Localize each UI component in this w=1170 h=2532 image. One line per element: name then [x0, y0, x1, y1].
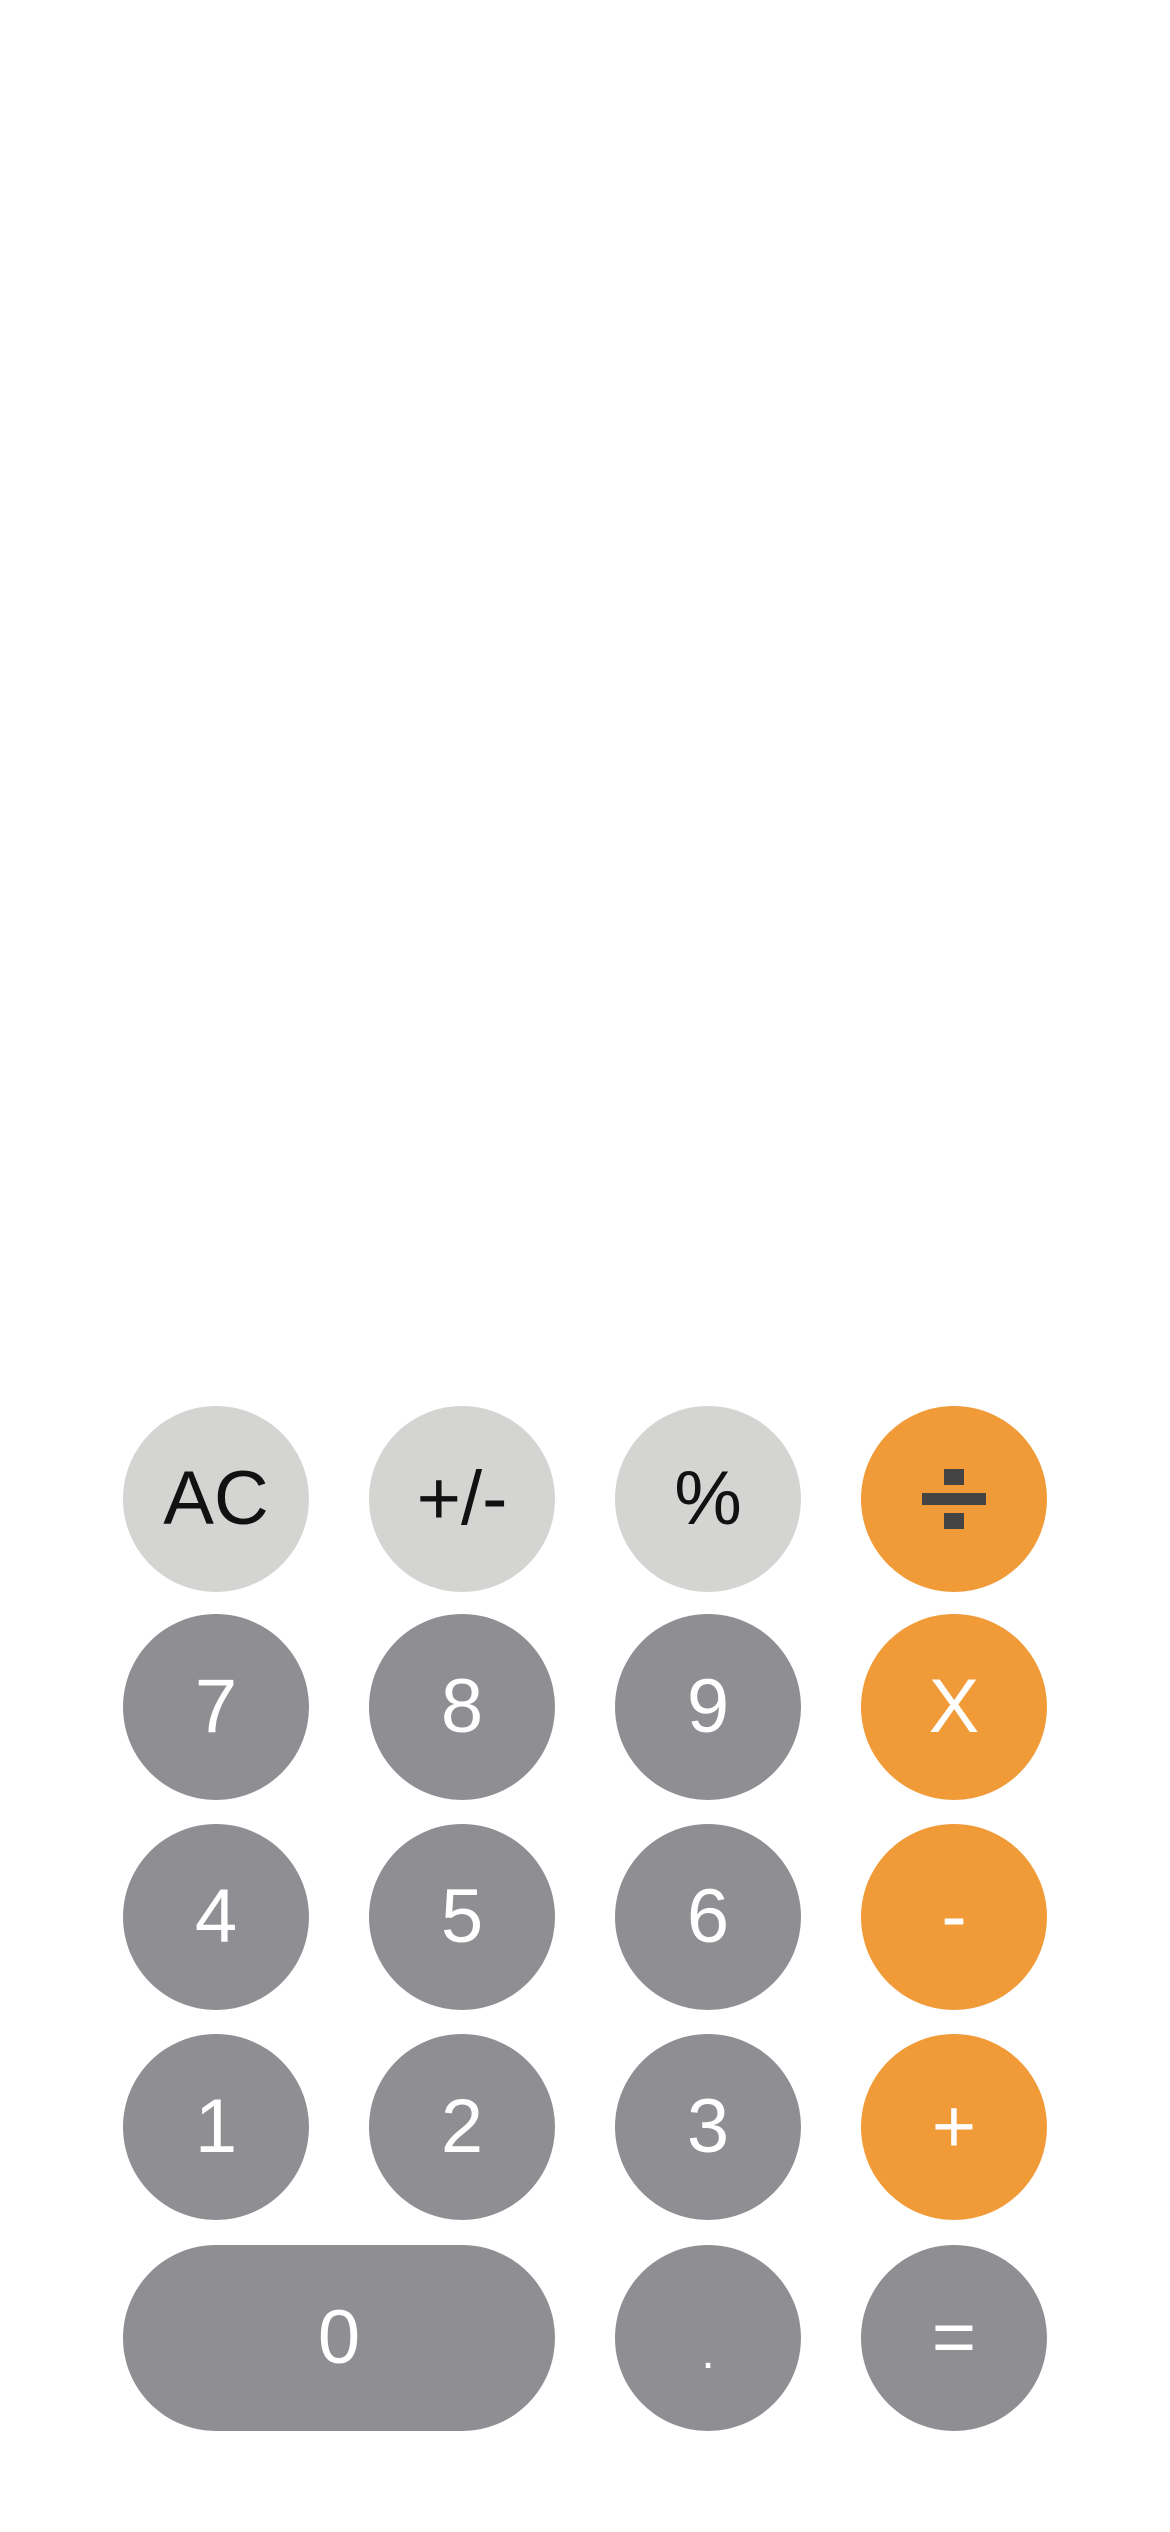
plus-button[interactable]: +	[861, 2034, 1047, 2220]
digit-2-label: 2	[440, 2084, 484, 2169]
divide-icon	[922, 1469, 986, 1529]
display-area	[0, 0, 1170, 1380]
decimal-label: .	[701, 2326, 715, 2379]
digit-8-label: 8	[440, 1664, 484, 1749]
digit-5-button[interactable]: 5	[369, 1824, 555, 2010]
decimal-button[interactable]: .	[615, 2245, 801, 2431]
digit-1-label: 1	[194, 2084, 238, 2169]
digit-4-button[interactable]: 4	[123, 1824, 309, 2010]
digit-0-label: 0	[317, 2295, 361, 2380]
equals-label: =	[931, 2295, 977, 2380]
digit-4-label: 4	[194, 1874, 238, 1959]
all-clear-label: AC	[163, 1456, 269, 1541]
digit-9-label: 9	[686, 1664, 730, 1749]
toggle-sign-label: +/-	[416, 1456, 508, 1541]
minus-button[interactable]: -	[861, 1824, 1047, 2010]
digit-9-button[interactable]: 9	[615, 1614, 801, 1800]
percent-button[interactable]: %	[615, 1406, 801, 1592]
digit-8-button[interactable]: 8	[369, 1614, 555, 1800]
digit-7-label: 7	[194, 1664, 238, 1749]
all-clear-button[interactable]: AC	[123, 1406, 309, 1592]
equals-button[interactable]: =	[861, 2245, 1047, 2431]
digit-3-label: 3	[686, 2084, 730, 2169]
digit-1-button[interactable]: 1	[123, 2034, 309, 2220]
toggle-sign-button[interactable]: +/-	[369, 1406, 555, 1592]
multiply-label: X	[928, 1664, 980, 1749]
digit-6-label: 6	[686, 1874, 730, 1959]
digit-0-button[interactable]: 0	[123, 2245, 555, 2431]
digit-3-button[interactable]: 3	[615, 2034, 801, 2220]
digit-2-button[interactable]: 2	[369, 2034, 555, 2220]
divide-button[interactable]	[861, 1406, 1047, 1592]
calculator-app: AC +/- % 7 8 9 X 4 5 6 - 1 2 3 + 0 . =	[0, 0, 1170, 2532]
multiply-button[interactable]: X	[861, 1614, 1047, 1800]
percent-label: %	[674, 1456, 742, 1541]
digit-6-button[interactable]: 6	[615, 1824, 801, 2010]
plus-label: +	[931, 2084, 977, 2169]
digit-5-label: 5	[440, 1874, 484, 1959]
minus-label: -	[941, 1874, 967, 1959]
digit-7-button[interactable]: 7	[123, 1614, 309, 1800]
